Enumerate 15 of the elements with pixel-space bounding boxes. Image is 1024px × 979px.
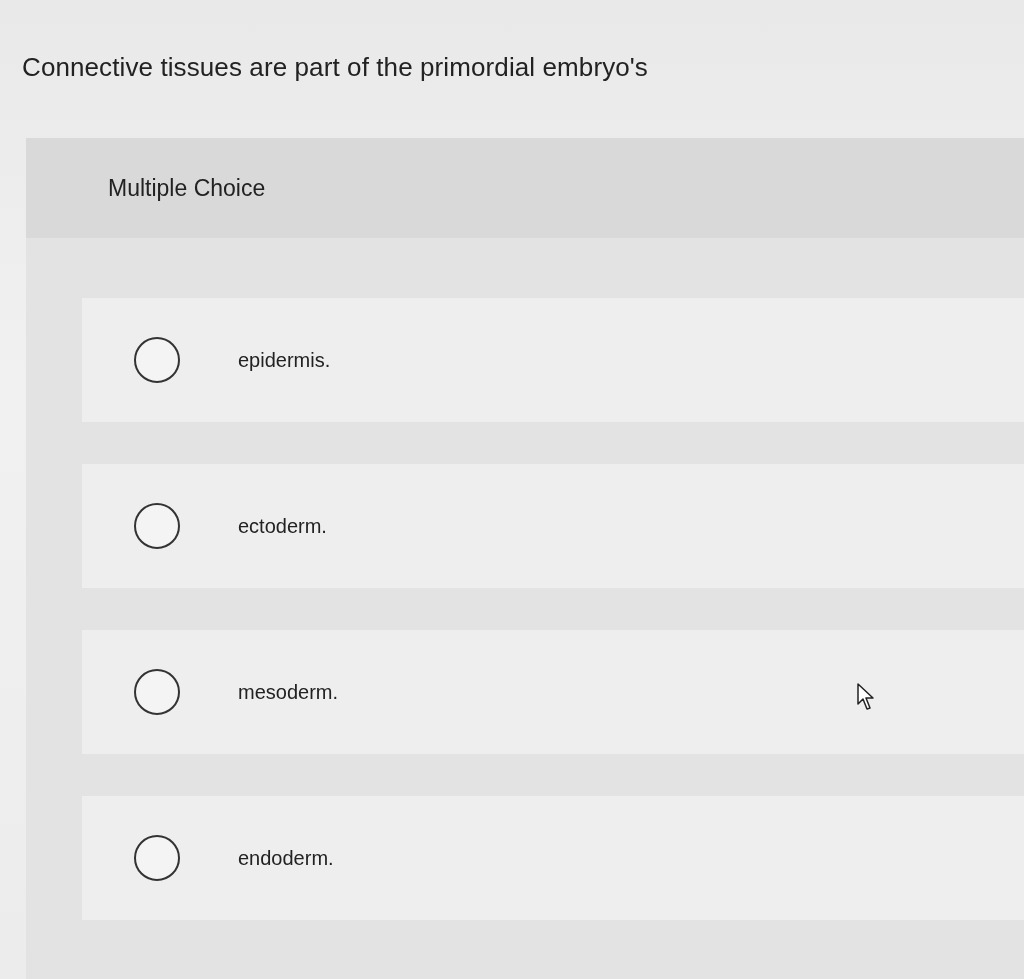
answer-option[interactable]: epidermis.	[82, 298, 1024, 422]
option-label: mesoderm.	[238, 680, 339, 704]
radio-button[interactable]	[134, 337, 180, 383]
mouse-pointer-icon	[857, 683, 875, 711]
answer-option[interactable]: ectoderm.	[82, 464, 1024, 588]
answer-option[interactable]: endoderm.	[82, 796, 1024, 920]
answer-option[interactable]: mesoderm.	[82, 630, 1024, 754]
option-label: endoderm.	[238, 846, 334, 870]
question-type-label: Multiple Choice	[108, 174, 266, 202]
radio-button[interactable]	[134, 835, 180, 881]
question-text: Connective tissues are part of the primordial embryo's	[22, 52, 648, 82]
radio-button[interactable]	[134, 669, 180, 715]
radio-button[interactable]	[134, 503, 180, 549]
option-label: ectoderm.	[238, 514, 327, 538]
option-label: epidermis.	[238, 348, 331, 372]
